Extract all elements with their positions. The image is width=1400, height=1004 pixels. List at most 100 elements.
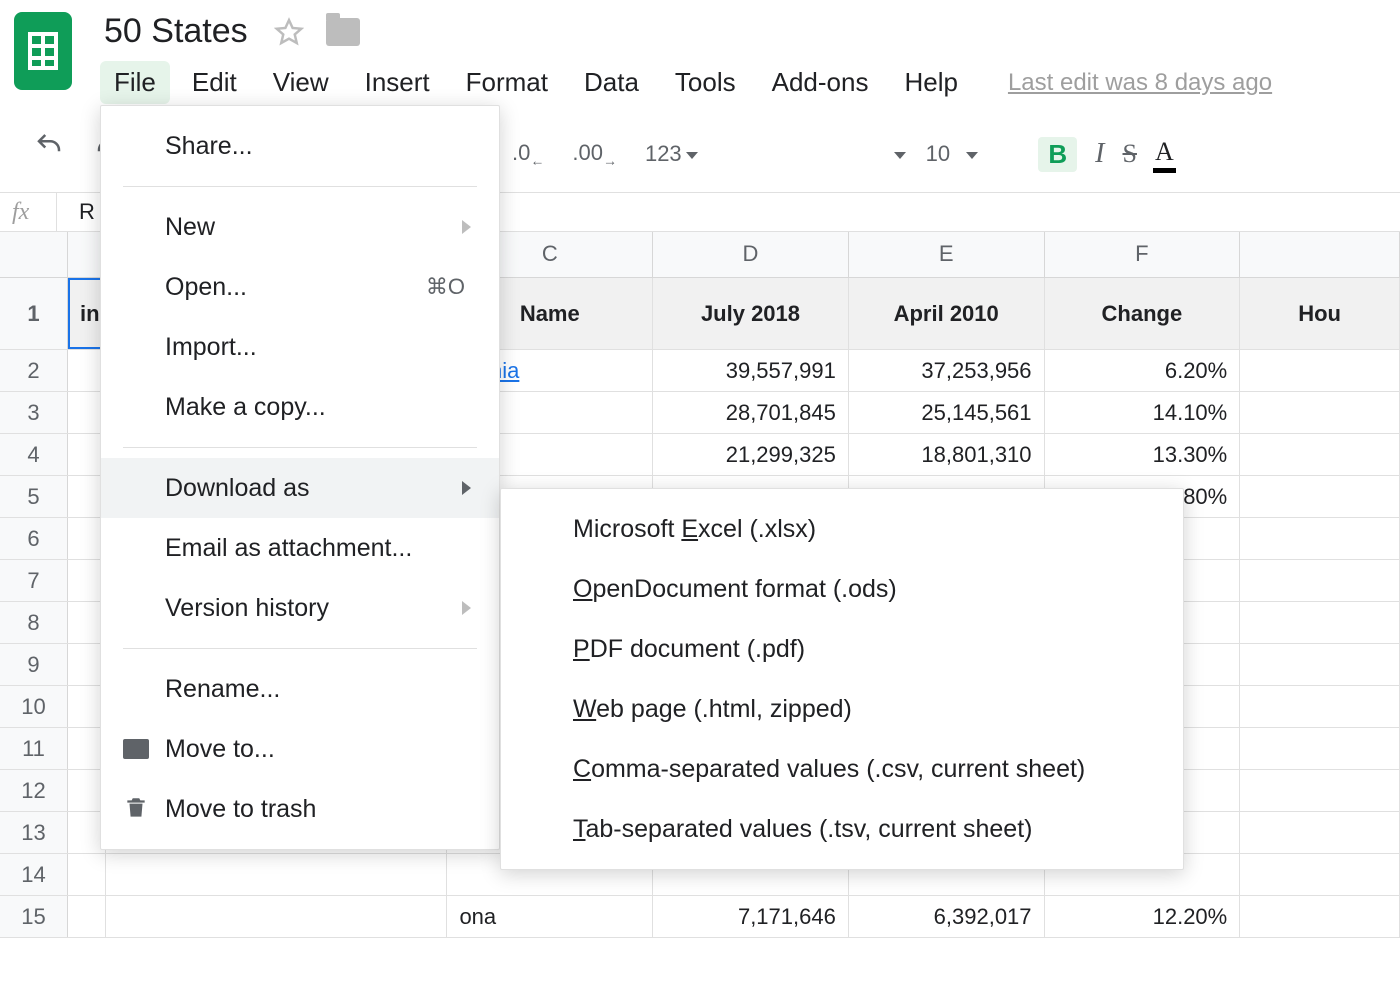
menu-data[interactable]: Data	[570, 61, 653, 104]
strikethrough-button[interactable]: S	[1123, 139, 1137, 169]
row-header[interactable]: 8	[0, 602, 68, 643]
menubar: File Edit View Insert Format Data Tools …	[100, 61, 1272, 104]
column-header[interactable]: F	[1045, 232, 1241, 277]
cell[interactable]: 28,701,845	[653, 392, 849, 433]
cell[interactable]	[1240, 560, 1400, 601]
download-tsv[interactable]: Tab-separated values (.tsv, current shee…	[501, 799, 1183, 859]
document-title[interactable]: 50 States	[100, 10, 252, 53]
cell[interactable]: 21,299,325	[653, 434, 849, 475]
download-html[interactable]: Web page (.html, zipped)	[501, 679, 1183, 739]
italic-button[interactable]: I	[1095, 138, 1104, 170]
menu-item-download-as[interactable]: Download as	[101, 458, 499, 518]
column-header[interactable]: D	[653, 232, 849, 277]
row-header[interactable]: 9	[0, 644, 68, 685]
menu-edit[interactable]: Edit	[178, 61, 251, 104]
row-header[interactable]: 11	[0, 728, 68, 769]
row-header[interactable]: 2	[0, 350, 68, 391]
row-header[interactable]: 13	[0, 812, 68, 853]
cell[interactable]: 13.30%	[1045, 434, 1241, 475]
star-icon[interactable]	[274, 17, 304, 47]
menu-item-version-history[interactable]: Version history	[101, 578, 499, 638]
cell[interactable]	[1240, 770, 1400, 811]
download-csv[interactable]: Comma-separated values (.csv, current sh…	[501, 739, 1183, 799]
folder-icon[interactable]	[326, 18, 360, 46]
bold-button[interactable]: B	[1038, 137, 1077, 172]
menu-item-share[interactable]: Share...	[101, 116, 499, 176]
cell[interactable]: April 2010	[849, 278, 1045, 349]
menu-item-move-to[interactable]: Move to...	[101, 719, 499, 779]
row-header[interactable]: 6	[0, 518, 68, 559]
cell[interactable]: 25,145,561	[849, 392, 1045, 433]
decrease-decimal-button[interactable]: .0←	[506, 140, 550, 168]
column-header[interactable]: E	[849, 232, 1045, 277]
cell[interactable]	[106, 854, 447, 895]
menu-item-email-attachment[interactable]: Email as attachment...	[101, 518, 499, 578]
formula-input[interactable]: R	[57, 199, 95, 225]
undo-button[interactable]	[34, 130, 64, 166]
cell[interactable]: 18,801,310	[849, 434, 1045, 475]
download-ods[interactable]: OpenDocument format (.ods)	[501, 559, 1183, 619]
menu-tools[interactable]: Tools	[661, 61, 750, 104]
cell[interactable]: Hou	[1240, 278, 1400, 349]
number-format-dropdown[interactable]: 123	[639, 141, 704, 167]
cell[interactable]	[1240, 686, 1400, 727]
cell[interactable]: 6.20%	[1045, 350, 1241, 391]
trash-icon	[123, 795, 151, 823]
cell[interactable]	[1240, 392, 1400, 433]
menu-item-open[interactable]: Open...⌘O	[101, 257, 499, 317]
cell[interactable]: July 2018	[653, 278, 849, 349]
cell[interactable]	[1240, 434, 1400, 475]
cell[interactable]: 14.10%	[1045, 392, 1241, 433]
menu-addons[interactable]: Add-ons	[758, 61, 883, 104]
row-header[interactable]: 14	[0, 854, 68, 895]
row-header[interactable]: 4	[0, 434, 68, 475]
row-header[interactable]: 5	[0, 476, 68, 517]
sheets-app-icon[interactable]	[14, 12, 72, 90]
cell[interactable]	[1240, 896, 1400, 937]
column-header[interactable]	[1240, 232, 1400, 277]
menu-item-make-copy[interactable]: Make a copy...	[101, 377, 499, 437]
cell[interactable]: Change	[1045, 278, 1241, 349]
cell[interactable]	[1240, 350, 1400, 391]
menu-insert[interactable]: Insert	[351, 61, 444, 104]
cell[interactable]	[1240, 602, 1400, 643]
cell[interactable]: 6,392,017	[849, 896, 1045, 937]
text-color-button[interactable]: A	[1155, 137, 1174, 171]
download-pdf[interactable]: PDF document (.pdf)	[501, 619, 1183, 679]
cell[interactable]	[1240, 476, 1400, 517]
cell[interactable]	[1240, 644, 1400, 685]
cell[interactable]	[1240, 518, 1400, 559]
cell[interactable]	[1240, 854, 1400, 895]
font-family-dropdown[interactable]	[890, 141, 906, 167]
menu-item-new[interactable]: New	[101, 197, 499, 257]
cell[interactable]: 37,253,956	[849, 350, 1045, 391]
cell[interactable]	[1240, 812, 1400, 853]
row-header[interactable]: 1	[0, 278, 68, 349]
row-header[interactable]: 3	[0, 392, 68, 433]
cell[interactable]	[68, 896, 106, 937]
font-size-dropdown[interactable]: 10	[926, 141, 1019, 167]
cell[interactable]	[106, 896, 447, 937]
cell[interactable]: 39,557,991	[653, 350, 849, 391]
last-edit-link[interactable]: Last edit was 8 days ago	[1008, 69, 1272, 97]
row-header[interactable]: 12	[0, 770, 68, 811]
menu-format[interactable]: Format	[452, 61, 562, 104]
select-all-cell[interactable]	[0, 232, 68, 277]
menu-help[interactable]: Help	[890, 61, 971, 104]
cell[interactable]: ona	[447, 896, 653, 937]
row-header[interactable]: 10	[0, 686, 68, 727]
cell[interactable]: 7,171,646	[653, 896, 849, 937]
row-header[interactable]: 7	[0, 560, 68, 601]
menu-item-rename[interactable]: Rename...	[101, 659, 499, 719]
row-header[interactable]: 15	[0, 896, 68, 937]
menu-item-import[interactable]: Import...	[101, 317, 499, 377]
download-xlsx[interactable]: Microsoft Excel (.xlsx)	[501, 499, 1183, 559]
menu-file[interactable]: File	[100, 61, 170, 104]
increase-decimal-button[interactable]: .00→	[566, 140, 623, 168]
cell[interactable]	[68, 854, 106, 895]
menu-item-move-to-trash[interactable]: Move to trash	[101, 779, 499, 839]
cell[interactable]	[1240, 728, 1400, 769]
download-as-submenu: Microsoft Excel (.xlsx) OpenDocument for…	[500, 488, 1184, 870]
menu-view[interactable]: View	[259, 61, 343, 104]
cell[interactable]: 12.20%	[1045, 896, 1241, 937]
